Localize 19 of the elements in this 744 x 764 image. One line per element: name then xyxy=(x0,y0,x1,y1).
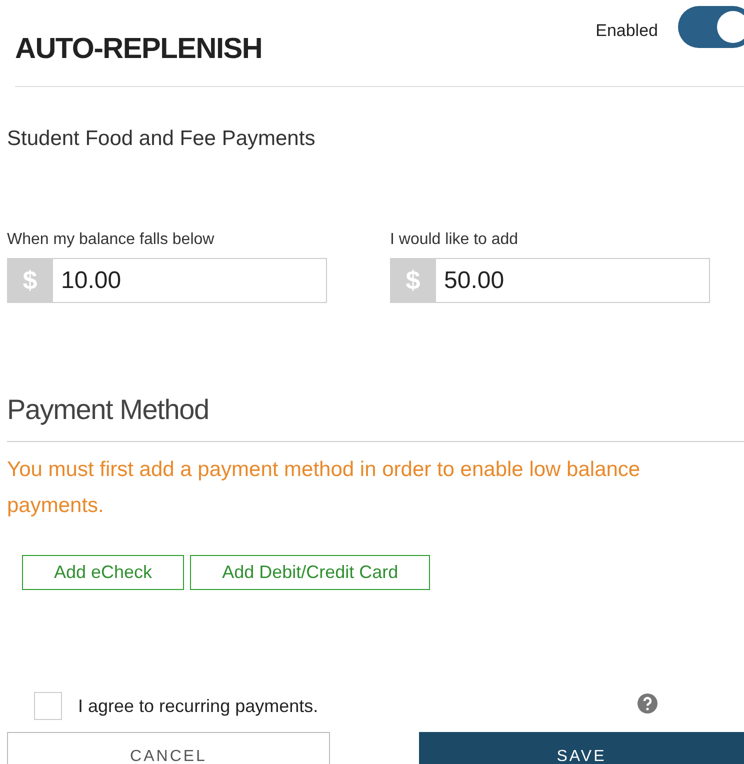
help-icon[interactable] xyxy=(637,692,658,714)
field-label: I would like to add xyxy=(390,230,520,250)
cancel-button[interactable]: CANCEL xyxy=(7,732,330,764)
add-payment-button[interactable]: Add Debit/Credit Card xyxy=(190,555,430,590)
save-button[interactable]: SAVE xyxy=(419,732,744,764)
toggle-label: Enabled xyxy=(596,20,658,42)
amount-field[interactable]: 10.00 xyxy=(53,258,327,303)
currency-prefix: $ xyxy=(7,258,53,303)
add-payment-button[interactable]: Add eCheck xyxy=(22,555,184,590)
amount-field[interactable]: 50.00 xyxy=(436,258,710,303)
currency-prefix: $ xyxy=(390,258,436,303)
section-heading: Payment Method xyxy=(7,393,210,427)
enabled-toggle[interactable] xyxy=(678,6,744,48)
warning-message: You must first add a payment method in order to enable low balance payments. xyxy=(7,457,642,519)
agree-label: I agree to recurring payments. xyxy=(78,694,318,718)
agree-checkbox[interactable] xyxy=(34,692,62,720)
page-title: AUTO-REPLENISH xyxy=(15,32,262,67)
field-label: When my balance falls below xyxy=(7,230,216,250)
account-name: Student Food and Fee Payments xyxy=(7,126,316,152)
